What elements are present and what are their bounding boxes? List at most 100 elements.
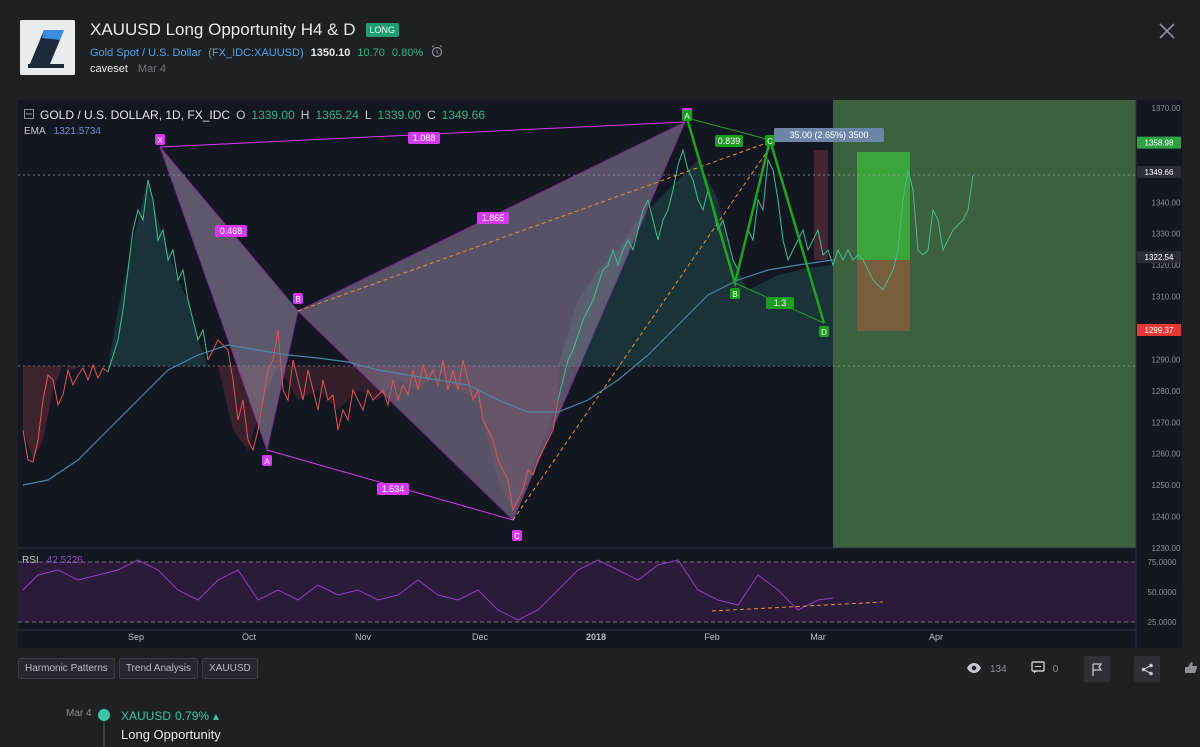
legend-symbol: GOLD / U.S. DOLLAR, 1D, FX_IDC [40,108,231,122]
thumbs-up-icon[interactable] [1184,661,1198,677]
timeline-line [103,721,105,747]
time-axis-label: Feb [704,632,720,642]
harmonic-ratio: 1.534 [377,483,409,495]
abcd-ratio: 0.839 [715,135,743,147]
timeline-dot [98,709,110,721]
symbol-change-pct: 0.80% [391,46,424,59]
harmonic-point-label: B [295,295,300,304]
idea-tags: Harmonic Patterns Trend Analysis XAUUSD [18,658,258,679]
abcd-point-c: C [765,135,775,146]
abcd-ratio-text: 0.839 [718,136,741,146]
symbol-price: 1350.10 [310,46,351,59]
publish-date: Mar 4 [137,63,167,75]
price-axis-label: 1370.00 [1152,104,1181,113]
symbol-change: 10.70 [357,46,385,59]
abcd-point-label: B [732,290,737,299]
abcd-point-label: C [767,137,773,146]
time-axis-label: Mar [810,632,826,642]
share-icon [1141,663,1153,675]
abcd-point-label: A [684,112,690,121]
time-axis-label: Dec [472,632,489,642]
symbol-code-link[interactable]: (FX_IDC:XAUUSD) [208,47,303,59]
legend-l-val: 1339.00 [377,108,421,122]
price-axis-label: 1240.00 [1152,513,1181,522]
price-axis-label: 1290.00 [1152,355,1181,364]
timeline-header[interactable]: XAUUSD 0.79% ▴ [121,709,219,723]
tag-harmonic-patterns[interactable]: Harmonic Patterns [18,658,115,679]
price-axis-label: 1250.00 [1152,481,1181,490]
abcd-point-d: D [819,326,829,337]
legend-h-key: H [300,108,310,122]
harmonic-ratio: 0.468 [215,225,247,237]
symbol-name-link[interactable]: Gold Spot / U.S. Dollar [90,47,201,59]
price-tag-text: 1349.66 [1145,168,1174,177]
legend-o-key: O [236,108,246,122]
price-chart[interactable]: 1370.001360.001350.001340.001330.001320.… [18,100,1182,648]
time-axis-label: 2018 [586,632,606,642]
abcd-ratio: 1.3 [766,297,794,309]
comments-count: 0 [1052,663,1059,675]
legend-c-val: 1349.66 [441,108,485,122]
position-label: 35.00 (2.65%) 3500 [774,128,884,142]
price-axis-label: 1330.00 [1152,230,1181,239]
harmonic-ratio: 1.088 [408,132,440,144]
legend-c-key: C [426,108,436,122]
author-avatar[interactable] [20,20,75,75]
rsi-axis-label: 25.0000 [1148,618,1177,627]
rsi-axis-label: 50.0000 [1148,588,1177,597]
price-axis-label: 1280.00 [1152,387,1181,396]
price-tag: 1299.37 [1137,323,1181,336]
timeline-date: Mar 4 [66,708,92,719]
time-axis-label: Nov [355,632,372,642]
up-arrow-icon: ▴ [213,709,220,723]
price-axis-label: 1310.00 [1152,293,1181,302]
rsi-axis-label: 75.0000 [1148,558,1177,567]
comment-icon[interactable] [1030,661,1045,677]
ema-value: 1321.5734 [53,126,101,137]
price-tag-text: 1322.54 [1145,253,1174,262]
chart-canvas[interactable]: 1370.001360.001350.001340.001330.001320.… [18,100,1182,648]
harmonic-point-c: C [512,530,522,541]
idea-header: XAUUSD Long Opportunity H4 & D LONG Gold… [0,0,1200,96]
price-axis-label: 1260.00 [1152,450,1181,459]
abcd-point-a: A [682,110,692,121]
abcd-ratio-text: 1.3 [774,298,787,308]
harmonic-ratio-text: 1.865 [482,213,505,223]
price-tag: 1358.98 [1137,136,1181,149]
time-axis-label: Sep [128,632,144,642]
price-tag-text: 1299.37 [1145,326,1174,335]
author-name[interactable]: caveset [90,63,128,75]
price-axis-label: 1340.00 [1152,198,1181,207]
chart-legend: GOLD / U.S. DOLLAR, 1D, FX_IDC O 1339.00 … [24,108,485,122]
rsi-label: RSI [22,555,39,566]
abcd-point-b: B [730,288,740,299]
tag-trend-analysis[interactable]: Trend Analysis [118,658,199,679]
tag-xauusd[interactable]: XAUUSD [202,658,258,679]
alarm-clock-icon[interactable] [430,44,444,61]
harmonic-point-label: C [514,532,520,541]
price-tag: 1322.54 [1137,251,1181,264]
flag-icon [1092,662,1103,676]
position-label-text: 35.00 (2.65%) 3500 [789,130,868,140]
rsi-legend: RSI 42.5226 [22,555,83,566]
views-count: 134 [990,663,1007,675]
time-axis-label: Oct [242,632,257,642]
share-button[interactable] [1134,656,1161,682]
idea-stats: 134 0 2 [966,656,1200,682]
close-icon[interactable] [1156,20,1178,42]
time-axis-label: Apr [929,632,943,642]
harmonic-point-label: X [157,136,163,145]
legend-o-val: 1339.00 [251,108,295,122]
flag-button[interactable] [1084,656,1111,682]
timeline-pct: 0.79% [175,709,210,723]
long-badge: LONG [365,23,400,37]
harmonic-point-label: A [264,457,270,466]
below-base-area [23,365,103,460]
harmonic-point-b: B [293,293,303,304]
legend-l-key: L [364,108,372,122]
collapse-icon[interactable] [24,108,34,122]
abcd-point-label: D [821,328,827,337]
price-axis-label: 1270.00 [1152,418,1181,427]
harmonic-ratio-text: 0.468 [220,226,243,236]
timeline-title: Long Opportunity [121,727,221,742]
